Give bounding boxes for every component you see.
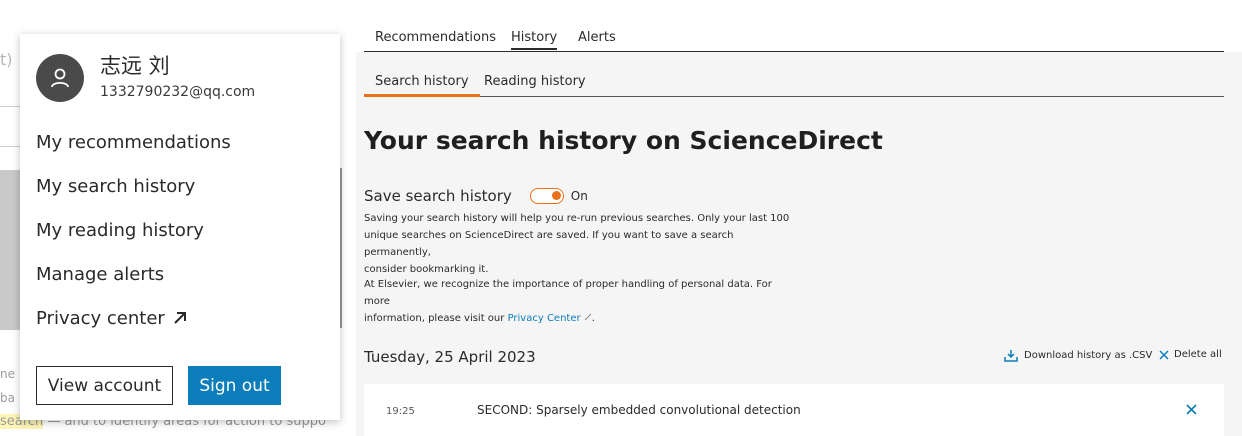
history-entry-time: 19:25 <box>386 406 415 417</box>
background-text-fragment: t) <box>0 50 13 69</box>
download-csv-button[interactable]: Download history as .CSV <box>1004 349 1152 362</box>
background-text-fragment: ba <box>0 391 15 405</box>
view-account-button[interactable]: View account <box>36 366 173 405</box>
save-search-history-label: Save search history <box>364 187 512 205</box>
background-text-fragment: ne <box>0 367 15 381</box>
history-date-heading: Tuesday, 25 April 2023 <box>364 348 536 366</box>
toggle-knob <box>551 191 561 200</box>
menu-link-privacy-center[interactable]: Privacy center <box>36 308 187 329</box>
page-title: Your search history on ScienceDirect <box>364 126 883 155</box>
save-search-history-row: Save search history On <box>364 186 588 206</box>
history-entry[interactable]: 19:25 SECOND: Sparsely embedded convolut… <box>364 384 1224 436</box>
download-icon <box>1004 350 1018 362</box>
description-line: Saving your search history will help you… <box>364 213 790 224</box>
tab-history[interactable]: History <box>511 30 558 50</box>
sign-out-button[interactable]: Sign out <box>188 366 281 405</box>
tab-search-history[interactable]: Search history <box>364 74 480 97</box>
tab-recommendations[interactable]: Recommendations <box>375 30 496 45</box>
tab-alerts[interactable]: Alerts <box>578 30 616 45</box>
menu-link-my-search-history[interactable]: My search history <box>36 176 195 197</box>
privacy-center-label: Privacy center <box>36 308 165 329</box>
download-csv-label: Download history as .CSV <box>1024 350 1153 361</box>
tab-reading-history[interactable]: Reading history <box>484 74 586 89</box>
toggle-state-label: On <box>570 189 588 203</box>
privacy-center-link[interactable]: Privacy Center <box>508 313 592 324</box>
description-line: unique searches on ScienceDirect are sav… <box>364 230 734 258</box>
sub-tab-bar: Search history Reading history <box>364 66 1224 97</box>
history-panel: Search history Reading history Your sear… <box>356 52 1242 436</box>
menu-link-my-recommendations[interactable]: My recommendations <box>36 132 231 153</box>
privacy-notice: At Elsevier, we recognize the importance… <box>364 276 794 327</box>
save-search-history-toggle[interactable] <box>529 188 564 204</box>
user-email: 1332790232@qq.com <box>100 84 256 100</box>
close-icon <box>1159 349 1169 360</box>
avatar <box>36 54 84 102</box>
top-tab-bar: Recommendations History Alerts <box>364 26 1224 52</box>
account-dropdown: 志远 刘 1332790232@qq.com My recommendation… <box>20 34 340 420</box>
background-image-block <box>0 170 20 330</box>
menu-link-my-reading-history[interactable]: My reading history <box>36 220 204 241</box>
privacy-notice-line: At Elsevier, we recognize the importance… <box>364 279 772 307</box>
save-history-description: Saving your search history will help you… <box>364 210 794 278</box>
external-link-arrow-icon <box>173 312 186 324</box>
delete-all-label: Delete all <box>1174 349 1222 360</box>
privacy-notice-suffix: . <box>591 313 595 324</box>
background-divider <box>0 106 20 107</box>
privacy-notice-prefix: information, please visit our <box>364 313 508 324</box>
delete-all-button[interactable]: Delete all <box>1159 349 1222 360</box>
user-name: 志远 刘 <box>100 54 170 78</box>
background-divider <box>0 146 20 147</box>
menu-link-manage-alerts[interactable]: Manage alerts <box>36 264 164 285</box>
privacy-notice-line: information, please visit our Privacy Ce… <box>364 310 794 327</box>
remove-entry-icon[interactable] <box>1186 404 1197 415</box>
user-icon <box>51 68 69 88</box>
main-content: Recommendations History Alerts Search hi… <box>356 0 1242 436</box>
privacy-center-link-label: Privacy Center <box>507 313 581 324</box>
external-link-icon <box>584 313 592 321</box>
history-entry-query[interactable]: SECOND: Sparsely embedded convolutional … <box>477 403 801 417</box>
